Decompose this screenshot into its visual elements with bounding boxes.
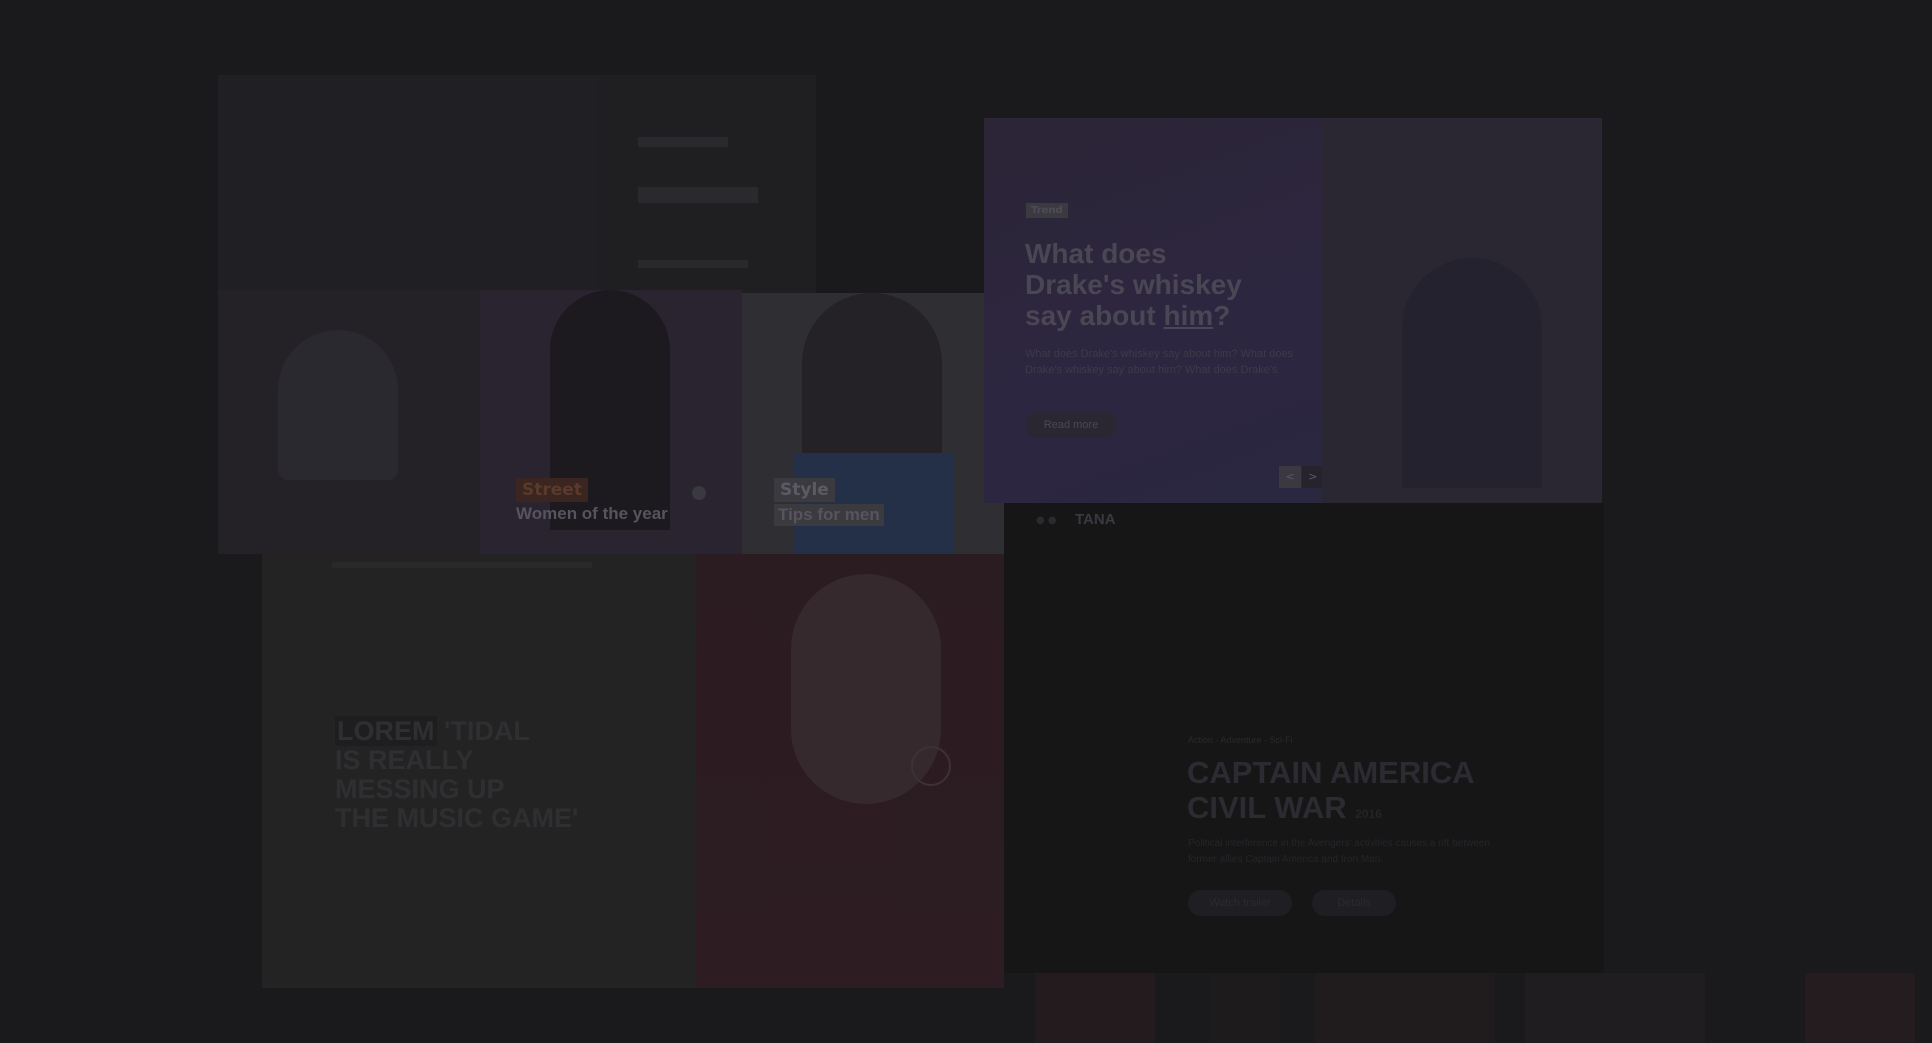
watch-trailer-button[interactable]: Watch trailer [1188, 890, 1292, 916]
poster-nav-bar [332, 562, 592, 568]
portrait-photo [696, 554, 1004, 988]
card-street[interactable]: Street Women of the year [480, 290, 742, 554]
thumbnail[interactable] [1210, 973, 1280, 1043]
thumbnail[interactable] [1035, 973, 1155, 1043]
card-style-title[interactable]: Tips for men [774, 504, 884, 526]
hero-description: Political interference in the Avengers' … [1188, 838, 1490, 865]
thumbnail[interactable] [1315, 973, 1495, 1043]
magazine-cover [598, 75, 816, 293]
hero-title: CAPTAIN AMERICA CIVIL WAR 2016 [1187, 755, 1475, 825]
slider-headline[interactable]: What does Drake's whiskey say about him? [1025, 238, 1242, 331]
card-street-title[interactable]: Women of the year [516, 504, 668, 524]
slider-next-button[interactable]: > [1302, 466, 1322, 488]
brand-logo[interactable]: TANA [1075, 511, 1116, 528]
slider-excerpt: What does Drake's whiskey say about him?… [1025, 348, 1294, 376]
figure-silhouette [1402, 258, 1542, 488]
movie-hero: ● ● TANA Action · Adventure · Sci-Fi CAP… [1004, 503, 1604, 973]
thumbnail-strip [1035, 973, 1915, 1043]
play-icon[interactable] [692, 486, 706, 500]
play-icon[interactable] [911, 746, 951, 786]
music-poster[interactable]: LOREM 'TIDAL IS REALLY MESSING UP THE MU… [262, 554, 696, 988]
poster-headline: LOREM 'TIDAL IS REALLY MESSING UP THE MU… [335, 716, 579, 833]
thumbnail[interactable] [1805, 973, 1915, 1043]
card-style[interactable]: Style Tips for men [742, 293, 1004, 554]
card-style-tag: Style [774, 478, 835, 502]
featured-slider: Trend What does Drake's whiskey say abou… [984, 118, 1322, 503]
cover-text-line [638, 137, 728, 147]
slider-side-panel [1322, 118, 1602, 503]
details-button[interactable]: Details [1312, 890, 1396, 916]
cover-text-line [638, 187, 758, 203]
read-more-button[interactable]: Read more [1025, 412, 1117, 438]
fashion-banner [218, 75, 598, 290]
cover-text-line [638, 260, 748, 268]
fashion-photo-card[interactable] [218, 290, 480, 554]
menu-icon[interactable]: ● ● [1036, 515, 1057, 526]
card-street-tag: Street [516, 478, 588, 502]
hero-meta: Action · Adventure · Sci-Fi [1188, 735, 1293, 745]
slider-prev-button[interactable]: < [1279, 466, 1301, 488]
slider-tag: Trend [1026, 198, 1068, 218]
thumbnail[interactable] [1525, 973, 1705, 1043]
figure-silhouette [278, 330, 398, 480]
